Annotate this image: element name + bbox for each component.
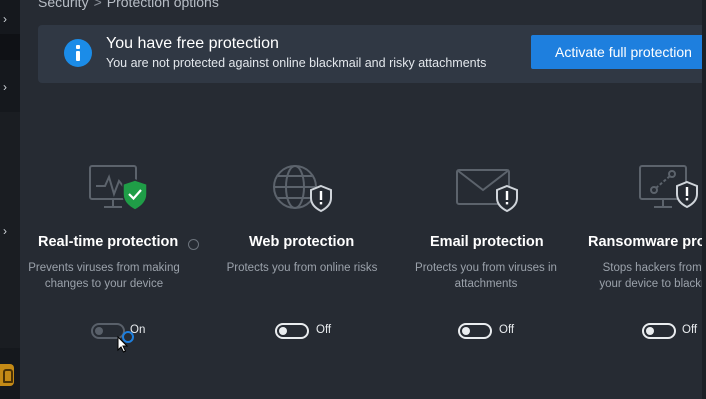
card-title: Real-time protection [38,234,179,250]
toggle-knob [646,327,654,335]
card-description: Protects you from online risks [226,262,378,274]
card-description: Prevents viruses from making changes to … [28,262,180,290]
chevron-icon[interactable]: › [3,224,7,238]
web-protection-toggle[interactable] [275,323,309,339]
banner-subtitle: You are not protected against online bla… [106,56,487,70]
banner-title: You have free protection [106,35,279,52]
help-icon[interactable] [188,239,199,250]
breadcrumb-security[interactable]: Security [38,0,89,10]
monitor-warning-icon [639,165,698,209]
breadcrumb-protection-options: Protection options [106,0,219,10]
toggle-knob [279,327,287,335]
toggle-state-label: Off [682,324,698,336]
sidebar-tab[interactable] [0,34,20,60]
envelope-warning-icon [456,169,518,213]
free-protection-banner: You have free protection You are not pro… [38,25,706,83]
info-icon [64,39,92,67]
toggle-knob [462,327,470,335]
chevron-icon[interactable]: › [3,12,7,26]
card-ransomware-protection: Ransomware prot Stops hackers from l you… [587,160,702,360]
card-description: Stops hackers from l your device to blac… [599,262,702,290]
monitor-check-icon [89,165,148,211]
activate-full-protection-button[interactable]: Activate full protection [531,35,706,69]
left-sidebar: › › › [0,0,20,399]
window-edge [702,0,706,399]
card-description: Protects you from viruses in attachments [415,262,557,290]
toggle-knob [95,327,103,335]
breadcrumb: Security > Protection options [38,0,219,10]
toggle-state-label: Off [316,324,332,336]
mouse-cursor-icon [117,331,134,353]
card-title: Ransomware prot [588,234,702,250]
globe-warning-icon [273,165,332,213]
ransomware-protection-toggle[interactable] [642,323,676,339]
chevron-icon[interactable]: › [3,80,7,94]
breadcrumb-separator: > [93,0,102,10]
email-protection-toggle[interactable] [458,323,492,339]
lock-warning-icon[interactable] [0,364,14,386]
toggle-state-label: Off [499,324,515,336]
card-title: Web protection [249,234,355,250]
card-title: Email protection [430,234,544,250]
